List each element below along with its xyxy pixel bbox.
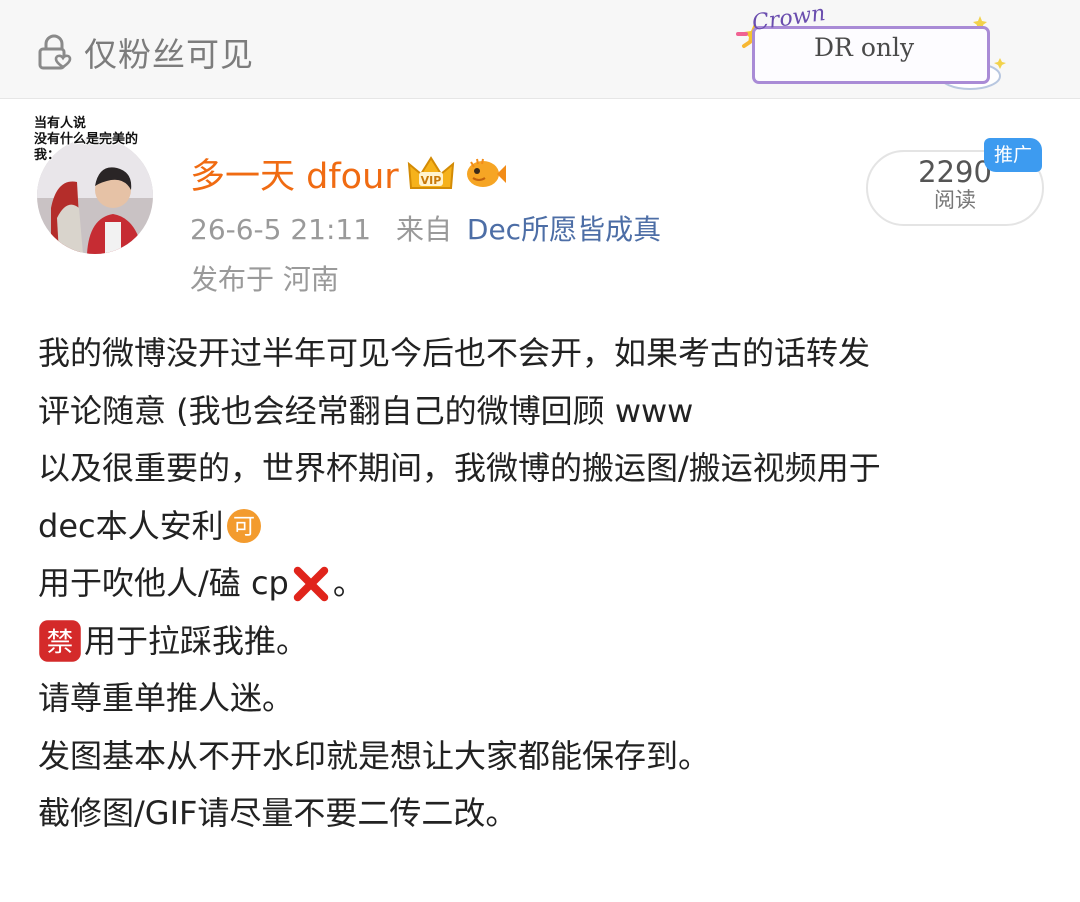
avatar-caption-line: 没有什么是完美的 <box>34 132 139 147</box>
fish-icon[interactable] <box>463 154 507 194</box>
ok-emoji-icon: 可 <box>226 509 261 544</box>
author-avatar[interactable]: 当有人说 没有什么是完美的 我： <box>34 116 164 256</box>
vip-crown-icon[interactable]: VIP <box>407 154 455 194</box>
content-text: 用于拉踩我推。 <box>84 621 309 660</box>
dr-only-badge: Crown DR only <box>732 1 1007 94</box>
content-line: 以及很重要的，世界杯期间，我微博的搬运图/搬运视频用于 <box>38 449 881 487</box>
post-time: 26-6-5 21:11 <box>190 213 372 246</box>
content-line: 截修图/GIF请尽量不要二传二改。 <box>38 794 518 832</box>
lock-heart-icon <box>38 34 72 70</box>
author-name-text[interactable]: 多一天 dfour <box>190 148 399 199</box>
ok-emoji-text: 可 <box>233 515 255 540</box>
promote-badge[interactable]: 推广 <box>984 138 1042 172</box>
cross-mark-icon <box>293 566 329 601</box>
content-line: 用于吹他人/磕 cp 。 <box>38 555 1058 613</box>
post-source-link[interactable]: Dec所愿皆成真 <box>467 213 661 246</box>
content-line: dec本人安利 可 <box>38 498 1058 556</box>
content-text: 。 <box>332 564 365 602</box>
content-line: 请尊重单推人迷。 <box>38 679 295 717</box>
post-meta: 26-6-5 21:11 来自 Dec所愿皆成真 <box>190 208 661 248</box>
avatar-caption: 当有人说 没有什么是完美的 我： <box>34 116 164 164</box>
visibility-label: 仅粉丝可见 <box>84 35 254 74</box>
post-content: 我的微博没开过半年可见今后也不会开，如果考古的话转发 评论随意 (我也会经常翻自… <box>38 325 1058 843</box>
post-location: 发布于 河南 <box>190 258 339 298</box>
avatar-caption-line: 当有人说 <box>34 116 87 131</box>
content-line: 评论随意 (我也会经常翻自己的微博回顾 www <box>38 391 694 430</box>
content-text: 用于吹他人/磕 cp <box>38 564 289 602</box>
content-line: 发图基本从不开水印就是想让大家都能保存到。 <box>38 736 711 775</box>
read-label: 阅读 <box>934 188 976 212</box>
visibility-indicator: 仅粉丝可见 <box>34 28 254 76</box>
location-value: 河南 <box>282 263 339 296</box>
content-text: dec本人安利 <box>38 506 224 545</box>
source-prefix: 来自 <box>395 213 452 246</box>
svg-text:VIP: VIP <box>420 174 441 187</box>
badge-text: DR only <box>814 33 915 62</box>
prohibited-emoji-text: 禁 <box>47 627 74 658</box>
avatar-caption-line: 我： <box>34 148 61 163</box>
top-bar: 仅粉丝可见 Crown DR only <box>0 0 1080 99</box>
author-name[interactable]: 多一天 dfour VIP <box>190 148 507 199</box>
content-line: 禁 用于拉踩我推。 <box>38 613 1058 671</box>
prohibited-emoji-icon: 禁 <box>39 620 81 663</box>
content-line: 我的微博没开过半年可见今后也不会开，如果考古的话转发 <box>38 334 871 372</box>
location-prefix: 发布于 <box>190 263 275 296</box>
